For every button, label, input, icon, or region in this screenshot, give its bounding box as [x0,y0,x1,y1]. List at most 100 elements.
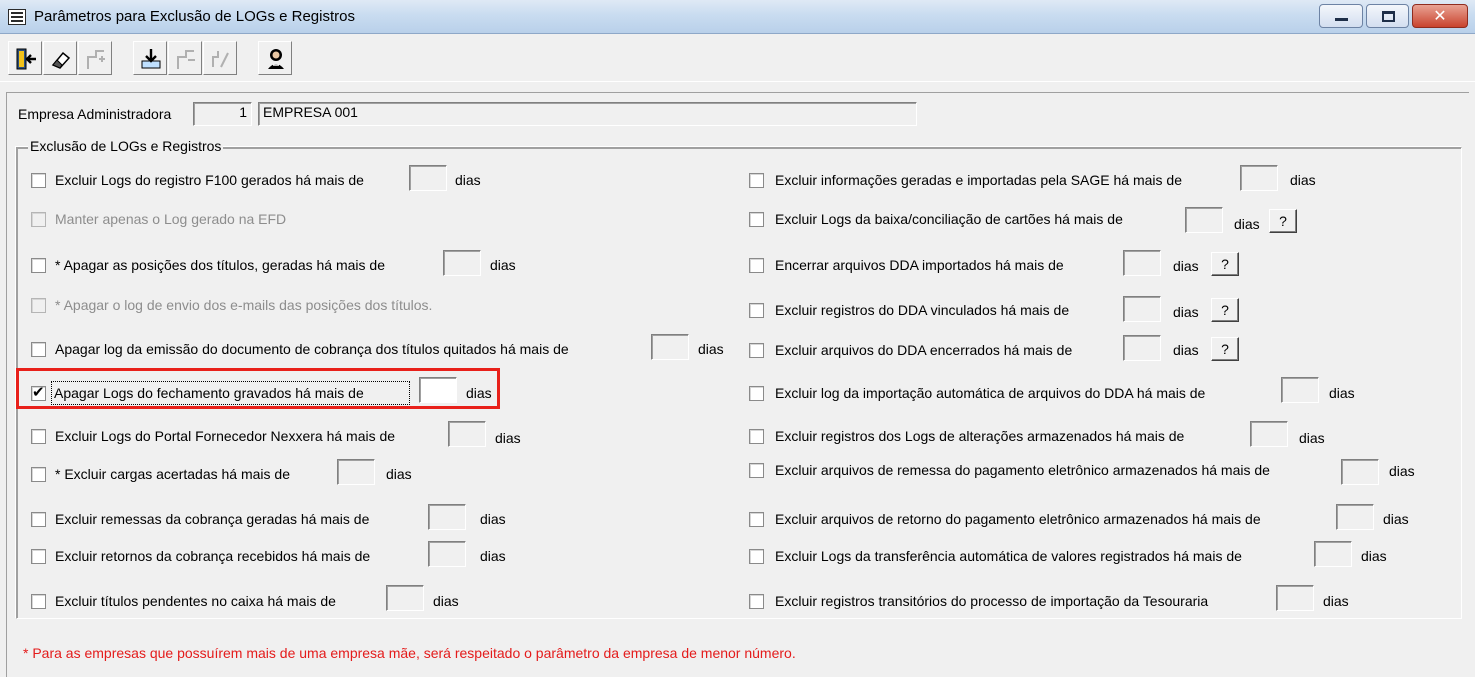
suffix-dias: dias [386,466,412,482]
suffix-dias: dias [480,511,506,527]
insert-button[interactable] [78,41,112,75]
label-excluir-info-sage: Excluir informações geradas e importadas… [775,172,1182,188]
label-excluir-logs-nexxera: Excluir Logs do Portal Fornecedor Nexxer… [55,428,396,444]
days-input-excluir-logs-cartoes[interactable] [1185,207,1223,233]
checkbox-excluir-dda-vinculados[interactable] [749,303,764,318]
checkbox-excluir-logs-f100[interactable] [31,173,46,188]
checkbox-excluir-cargas[interactable] [31,467,46,482]
edit-button[interactable] [203,41,237,75]
minimize-icon [1335,18,1348,21]
label-apagar-posicoes-titulos: * Apagar as posições dos títulos, gerada… [55,257,385,273]
help-button[interactable] [258,41,292,75]
checkbox-apagar-posicoes-titulos[interactable] [31,258,46,273]
checkbox-excluir-remessas[interactable] [31,512,46,527]
minimize-button[interactable] [1319,4,1363,28]
suffix-dias: dias [1323,593,1349,609]
maximize-button[interactable] [1366,4,1409,28]
days-input-excluir-logs-transferencia[interactable] [1314,541,1352,567]
suffix-dias: dias [1290,172,1316,188]
title-bar[interactable]: Parâmetros para Exclusão de LOGs e Regis… [0,0,1475,34]
eraser-icon [51,51,71,69]
days-input-excluir-registros-transitorios[interactable] [1276,585,1314,611]
label-excluir-registros-transitorios: Excluir registros transitórios do proces… [775,593,1209,609]
empresa-name-field[interactable]: EMPRESA 001 [258,102,917,126]
label-excluir-dda-encerrados: Excluir arquivos do DDA encerrados há ma… [775,342,1073,358]
close-button[interactable]: ✕ [1412,4,1468,28]
days-input-apagar-log-emissao[interactable] [651,334,689,360]
days-input-excluir-dda-vinculados[interactable] [1123,296,1161,322]
label-excluir-retorno-pagamento: Excluir arquivos de retorno do pagamento… [775,511,1261,527]
days-input-excluir-retornos[interactable] [428,541,466,567]
app-form-icon[interactable] [8,9,26,25]
suffix-dias: dias [1299,430,1325,446]
help-button-cartoes[interactable]: ? [1269,209,1297,233]
days-input-excluir-logs-nexxera[interactable] [448,421,486,447]
checkbox-excluir-log-importacao-dda[interactable] [749,386,764,401]
days-input-excluir-cargas[interactable] [337,459,375,485]
suffix-dias: dias [433,593,459,609]
checkbox-excluir-titulos-pendentes[interactable] [31,594,46,609]
group-title: Exclusão de LOGs e Registros [28,138,224,154]
checkbox-excluir-registros-transitorios[interactable] [749,594,764,609]
checkbox-apagar-log-emissao[interactable] [31,342,46,357]
checkbox-excluir-remessa-pagamento[interactable] [749,463,764,478]
empresa-label: Empresa Administradora [18,106,172,122]
label-manter-log-efd: Manter apenas o Log gerado na EFD [55,211,287,227]
days-input-excluir-remessas[interactable] [428,504,466,530]
days-input-excluir-titulos-pendentes[interactable] [386,585,424,611]
exit-door-icon [16,48,36,70]
close-icon: ✕ [1433,8,1447,25]
label-excluir-remessa-pagamento: Excluir arquivos de remessa do pagamento… [775,462,1270,478]
days-input-excluir-info-sage[interactable] [1240,165,1278,191]
checkbox-excluir-retornos[interactable] [31,549,46,564]
checkbox-excluir-logs-transferencia[interactable] [749,549,764,564]
days-input-excluir-logs-alteracoes[interactable] [1250,421,1288,447]
days-input-excluir-logs-f100[interactable] [409,165,447,191]
days-input-excluir-log-importacao-dda[interactable] [1281,377,1319,403]
suffix-dias: dias [1383,511,1409,527]
suffix-dias: dias [1173,258,1199,274]
checkbox-manter-log-efd[interactable] [31,212,46,227]
help-button-encerrar-dda[interactable]: ? [1211,252,1239,276]
days-input-encerrar-dda[interactable] [1123,250,1161,276]
delete-button[interactable] [168,41,202,75]
checkbox-excluir-logs-nexxera[interactable] [31,429,46,444]
label-excluir-logs-f100: Excluir Logs do registro F100 gerados há… [55,172,364,188]
checkbox-apagar-log-emails[interactable] [31,298,46,313]
suffix-dias: dias [495,430,521,446]
save-button[interactable] [133,41,167,75]
exit-button[interactable] [8,41,42,75]
clear-button[interactable] [43,41,77,75]
checkbox-excluir-logs-cartoes[interactable] [749,212,764,227]
label-excluir-cargas: * Excluir cargas acertadas há mais de [55,466,290,482]
empresa-code-field[interactable]: 1 [193,102,252,126]
label-apagar-log-emissao: Apagar log da emissão do documento de co… [55,341,569,357]
checkbox-excluir-dda-encerrados[interactable] [749,343,764,358]
days-input-excluir-dda-encerrados[interactable] [1123,335,1161,361]
help-button-dda-vinculados[interactable]: ? [1211,298,1239,322]
suffix-dias: dias [1389,463,1415,479]
days-input-excluir-remessa-pagamento[interactable] [1341,459,1379,485]
days-input-excluir-retorno-pagamento[interactable] [1336,504,1374,530]
label-apagar-log-emails: * Apagar o log de envio dos e-mails das … [55,297,433,313]
suffix-dias: dias [1173,304,1199,320]
label-excluir-retornos: Excluir retornos da cobrança recebidos h… [55,548,371,564]
checkbox-excluir-logs-alteracoes[interactable] [749,429,764,444]
suffix-dias: dias [480,548,506,564]
checkbox-encerrar-dda[interactable] [749,258,764,273]
suffix-dias: dias [1329,385,1355,401]
suffix-dias: dias [1234,216,1260,232]
days-input-apagar-posicoes-titulos[interactable] [443,250,481,276]
maximize-icon [1382,11,1395,22]
delete-row-icon [177,50,195,69]
suffix-dias: dias [1361,548,1387,564]
checkbox-excluir-retorno-pagamento[interactable] [749,512,764,527]
suffix-dias: dias [490,257,516,273]
label-excluir-log-importacao-dda: Excluir log da importação automática de … [775,385,1206,401]
label-excluir-remessas: Excluir remessas da cobrança geradas há … [55,511,370,527]
label-excluir-dda-vinculados: Excluir registros do DDA vinculados há m… [775,302,1070,318]
checkbox-excluir-info-sage[interactable] [749,173,764,188]
suffix-dias: dias [1173,342,1199,358]
help-button-dda-encerrados[interactable]: ? [1211,337,1239,361]
label-encerrar-dda: Encerrar arquivos DDA importados há mais… [775,257,1064,273]
